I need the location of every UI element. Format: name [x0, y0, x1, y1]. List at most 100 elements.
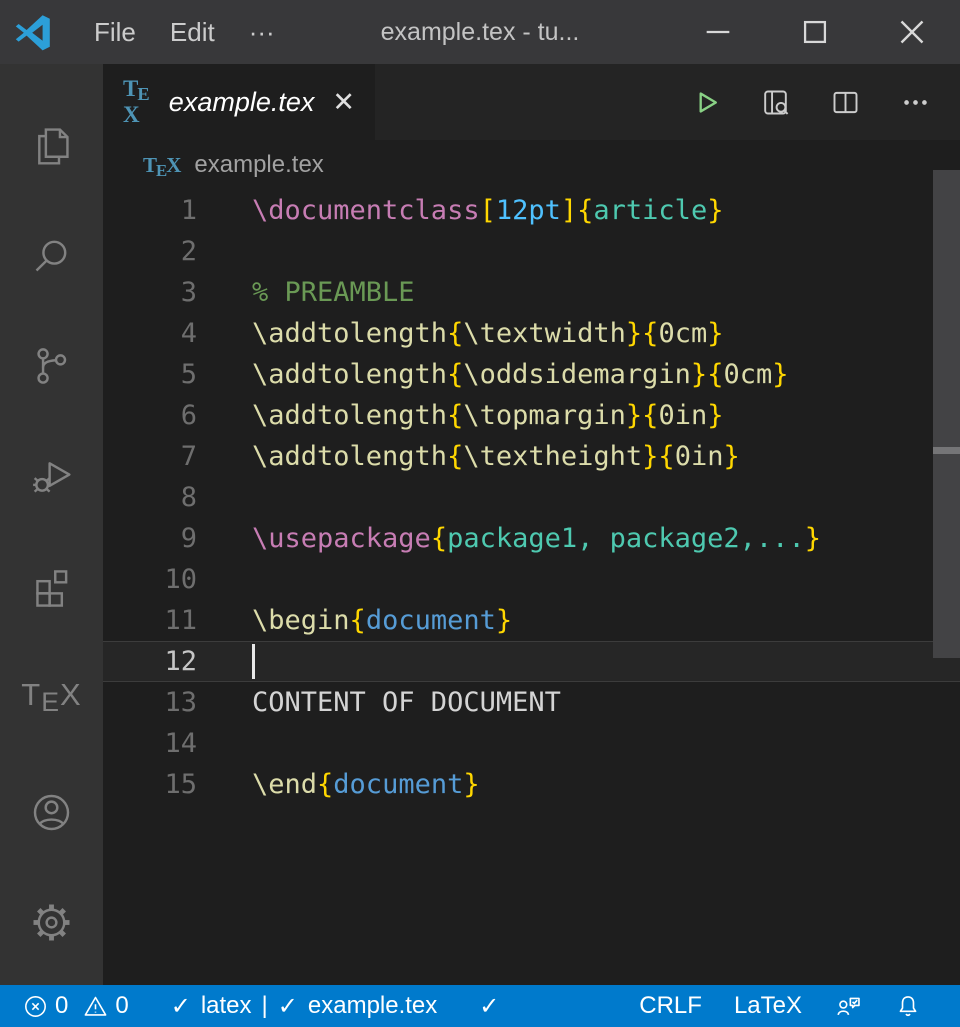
- maximize-icon: [798, 15, 832, 49]
- code-line-8[interactable]: 8: [103, 477, 960, 518]
- minimize-button[interactable]: [669, 0, 766, 64]
- tex-icon: TEX: [21, 677, 81, 713]
- error-count: 0: [55, 992, 68, 1020]
- editor-scrollbar[interactable]: [933, 140, 960, 985]
- line-number: 6: [103, 395, 197, 436]
- overview-ruler-cursor-mark: [933, 447, 960, 454]
- gear-icon: [29, 900, 74, 945]
- line-number: 2: [103, 231, 197, 272]
- code-line-text: \addtolength{\textheight}{0in}: [197, 436, 960, 477]
- git-branch-icon: [29, 343, 74, 388]
- activity-search[interactable]: [0, 200, 103, 310]
- tab-example-tex[interactable]: TEX example.tex ✕: [103, 64, 375, 140]
- breadcrumb[interactable]: TEX example.tex: [103, 140, 960, 190]
- error-icon: [22, 993, 49, 1020]
- code-line-text: [197, 477, 960, 518]
- file-label: example.tex: [308, 992, 437, 1020]
- feedback-icon: [834, 992, 862, 1020]
- line-number: 8: [103, 477, 197, 518]
- activity-source-control[interactable]: [0, 310, 103, 420]
- editor: TEX example.tex 1\documentclass[12pt]{ar…: [103, 140, 960, 985]
- activity-settings[interactable]: [0, 867, 103, 977]
- separator: |: [262, 992, 268, 1020]
- latex-label: latex: [201, 992, 252, 1020]
- line-number: 12: [103, 641, 197, 682]
- tex-file-icon: TEX: [123, 76, 155, 128]
- problems-indicator[interactable]: 0 0: [22, 985, 145, 1027]
- line-number: 13: [103, 682, 197, 723]
- vscode-window: File Edit ··· example.tex - tu...: [0, 0, 960, 1027]
- check-icon: ✓: [278, 992, 298, 1021]
- window-title: example.tex - tu...: [381, 18, 580, 47]
- code-line-text: \usepackage{package1, package2,...}: [197, 518, 960, 559]
- code-line-text: [197, 723, 960, 764]
- status-bar: 0 0 ✓ latex | ✓ example.tex ✓ CRLF LaTeX: [0, 985, 960, 1027]
- code-line-13[interactable]: 13CONTENT OF DOCUMENT: [103, 682, 960, 723]
- line-number: 11: [103, 600, 197, 641]
- check-icon: ✓: [479, 992, 499, 1021]
- debug-icon: [29, 453, 74, 498]
- code-line-6[interactable]: 6\addtolength{\topmargin}{0in}: [103, 395, 960, 436]
- line-number: 15: [103, 764, 197, 805]
- check-icon: ✓: [171, 992, 191, 1021]
- extensions-icon: [29, 563, 74, 608]
- code-line-text: CONTENT OF DOCUMENT: [197, 682, 960, 723]
- code-line-14[interactable]: 14: [103, 723, 960, 764]
- code-line-text: % PREAMBLE: [197, 272, 960, 313]
- code-line-text: \addtolength{\textwidth}{0cm}: [197, 313, 960, 354]
- notifications-button[interactable]: [878, 985, 938, 1027]
- code-line-4[interactable]: 4\addtolength{\textwidth}{0cm}: [103, 313, 960, 354]
- menu-file[interactable]: File: [77, 0, 153, 64]
- code-line-15[interactable]: 15\end{document}: [103, 764, 960, 805]
- account-icon: [29, 790, 74, 835]
- line-number: 4: [103, 313, 197, 354]
- line-number: 5: [103, 354, 197, 395]
- code-line-text: [197, 231, 960, 272]
- line-number: 10: [103, 559, 197, 600]
- line-number: 14: [103, 723, 197, 764]
- code-line-5[interactable]: 5\addtolength{\oddsidemargin}{0cm}: [103, 354, 960, 395]
- code-line-7[interactable]: 7\addtolength{\textheight}{0in}: [103, 436, 960, 477]
- code-line-3[interactable]: 3% PREAMBLE: [103, 272, 960, 313]
- close-button[interactable]: [863, 0, 960, 64]
- code-line-text: [197, 641, 960, 682]
- code-line-text: \end{document}: [197, 764, 960, 805]
- maximize-button[interactable]: [766, 0, 863, 64]
- line-number: 3: [103, 272, 197, 313]
- scrollbar-thumb[interactable]: [933, 170, 960, 658]
- code-line-12[interactable]: 12: [103, 641, 960, 682]
- split-editor-icon[interactable]: [829, 86, 862, 119]
- tab-filename: example.tex: [169, 87, 315, 118]
- view-pdf-preview-icon[interactable]: [759, 86, 792, 119]
- eol-indicator[interactable]: CRLF: [639, 985, 718, 1027]
- activity-latex-workshop[interactable]: TEX: [0, 640, 103, 750]
- window-controls: [669, 0, 960, 64]
- search-icon: [29, 233, 74, 278]
- activity-explorer[interactable]: [0, 90, 103, 200]
- activity-bar: TEX: [0, 64, 103, 985]
- code-line-text: \documentclass[12pt]{article}: [197, 190, 960, 231]
- files-icon: [29, 123, 74, 168]
- bell-icon: [894, 992, 922, 1020]
- language-indicator[interactable]: LaTeX: [718, 985, 818, 1027]
- activity-run-debug[interactable]: [0, 420, 103, 530]
- latex-workshop-status[interactable]: ✓ latex | ✓ example.tex: [155, 985, 454, 1027]
- more-actions-icon[interactable]: [899, 86, 932, 119]
- line-number: 7: [103, 436, 197, 477]
- title-bar: File Edit ··· example.tex - tu...: [0, 0, 960, 64]
- code-line-10[interactable]: 10: [103, 559, 960, 600]
- feedback-button[interactable]: [818, 985, 878, 1027]
- activity-account[interactable]: [0, 757, 103, 867]
- code-line-11[interactable]: 11\begin{document}: [103, 600, 960, 641]
- menu-more[interactable]: ···: [232, 0, 292, 64]
- activity-extensions[interactable]: [0, 530, 103, 640]
- code-line-text: \addtolength{\oddsidemargin}{0cm}: [197, 354, 960, 395]
- close-tab-icon[interactable]: ✕: [332, 87, 355, 118]
- tex-file-icon: TEX: [143, 153, 181, 178]
- code-line-2[interactable]: 2: [103, 231, 960, 272]
- build-status-check[interactable]: ✓: [463, 985, 515, 1027]
- code-line-1[interactable]: 1\documentclass[12pt]{article}: [103, 190, 960, 231]
- code-line-9[interactable]: 9\usepackage{package1, package2,...}: [103, 518, 960, 559]
- build-run-icon[interactable]: [689, 86, 722, 119]
- menu-edit[interactable]: Edit: [153, 0, 232, 64]
